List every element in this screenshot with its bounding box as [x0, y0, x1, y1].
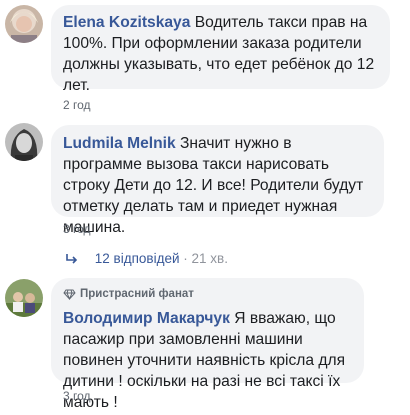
- reply-arrow-icon: [66, 254, 78, 265]
- replies-count[interactable]: 12 відповідей: [95, 251, 180, 266]
- avatar-photo-icon: [5, 123, 43, 161]
- comment-author[interactable]: Elena Kozitskaya: [63, 14, 190, 31]
- diamond-badge-icon: [63, 289, 76, 300]
- avatar[interactable]: [5, 279, 43, 317]
- badge-label: Пристрасний фанат: [80, 288, 194, 300]
- replies-time: 21 хв.: [191, 251, 228, 266]
- comment-timestamp[interactable]: 3 год: [63, 222, 91, 236]
- comment-author[interactable]: Володимир Макарчук: [63, 310, 230, 327]
- comment-bubble: Elena Kozitskaya Водитель такси прав на …: [51, 5, 390, 94]
- view-replies-link[interactable]: 12 відповідей · 21 хв.: [65, 251, 228, 266]
- comment-author[interactable]: Ludmila Melnik: [63, 135, 176, 152]
- comment-bubble: Пристрасний фанат Володимир Макарчук Я в…: [51, 278, 364, 411]
- avatar[interactable]: [5, 123, 43, 161]
- comment-timestamp[interactable]: 3 год: [63, 389, 91, 403]
- avatar[interactable]: [5, 5, 43, 43]
- avatar-photo-icon: [5, 279, 43, 317]
- comment-ludmila: Ludmila Melnik Значит нужно в программе …: [0, 120, 410, 250]
- avatar-photo-icon: [5, 5, 43, 43]
- comment-timestamp[interactable]: 2 год: [63, 98, 91, 112]
- comment-bubble: Ludmila Melnik Значит нужно в программе …: [51, 125, 384, 236]
- replies-separator: ·: [183, 251, 188, 266]
- comment-elena: Elena Kozitskaya Водитель такси прав на …: [0, 0, 410, 120]
- comment-volodymyr: Пристрасний фанат Володимир Макарчук Я в…: [0, 278, 410, 415]
- top-fan-badge: Пристрасний фанат: [63, 284, 352, 305]
